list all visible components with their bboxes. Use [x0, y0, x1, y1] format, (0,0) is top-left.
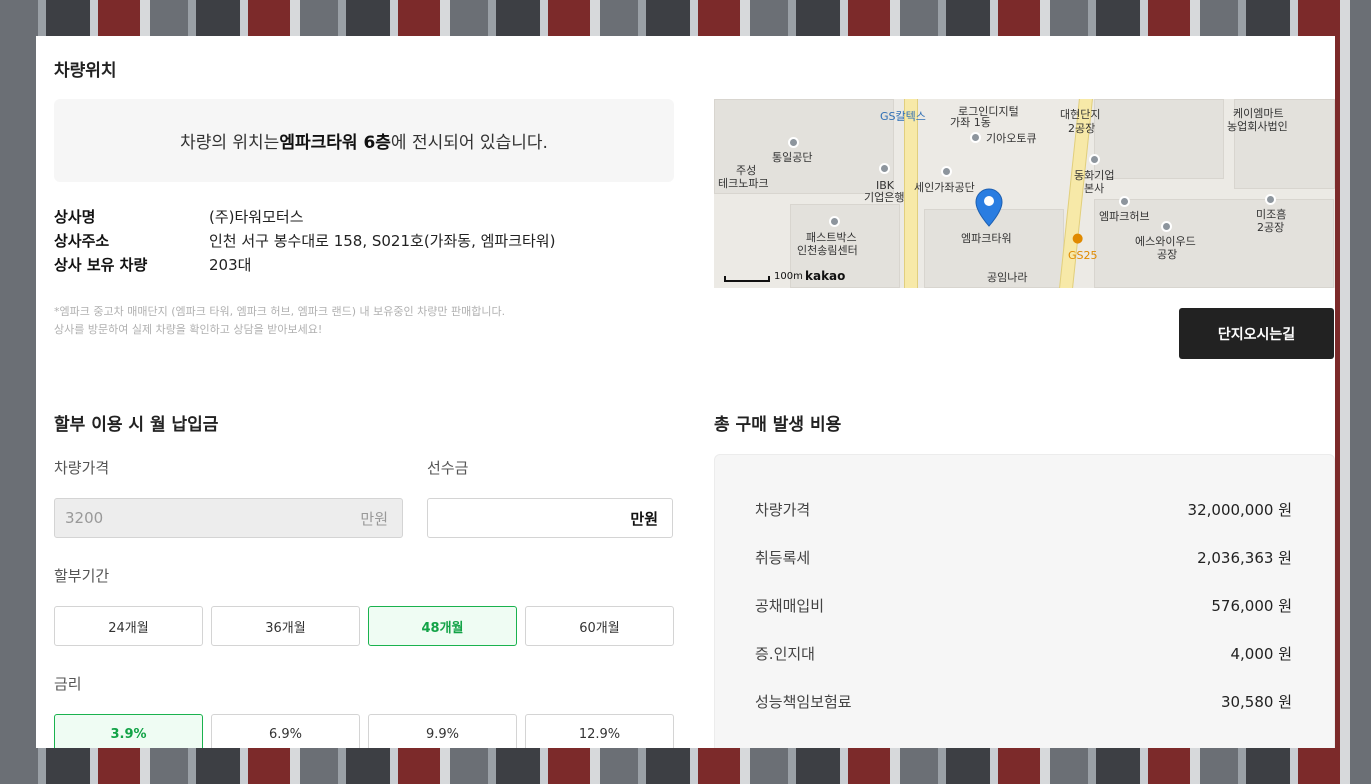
- cost-amount: 2,036,363 원: [1197, 549, 1292, 567]
- dealer-name-value: (주)타워모터스: [209, 207, 304, 226]
- price-unit: 만원: [360, 509, 388, 528]
- map-label-esswood: 에스와이우드: [1135, 235, 1196, 248]
- dealer-address-row: 상사주소 인천 서구 봉수대로 158, S021호(가좌동, 엠파크타워): [54, 228, 555, 252]
- map-block: [1094, 99, 1224, 179]
- map-poi-dot: [829, 216, 840, 227]
- dealer-address-value: 인천 서구 봉수대로 158, S021호(가좌동, 엠파크타워): [209, 231, 556, 250]
- map-label-jusung-2: 테크노파크: [718, 177, 769, 190]
- cost-row: 취등록세 2,036,363 원: [755, 547, 1292, 568]
- cost-row: 공채매입비 576,000 원: [755, 595, 1292, 616]
- dealer-info: 상사명 (주)타워모터스 상사주소 인천 서구 봉수대로 158, S021호(…: [54, 204, 555, 276]
- map-label-gongim: 공임나라: [987, 271, 1028, 284]
- map-label-daehyeon: 대현단지: [1060, 108, 1101, 121]
- scale-label: 100m: [774, 271, 803, 282]
- map-label-tower: 엠파크타워: [961, 232, 1012, 245]
- cost-amount: 30,580 원: [1220, 693, 1292, 711]
- vehicle-detail-panel: 차량위치 차량의 위치는 엠파크타워 6층 에 전시되어 있습니다. 상사명 (주…: [36, 36, 1335, 748]
- map-scale: 100m: [724, 271, 803, 282]
- map-label-fastbox-2: 인천송림센터: [797, 244, 858, 257]
- map-label-donghwa: 동화기업: [1074, 169, 1115, 182]
- cost-label: 공채매입비: [755, 597, 825, 615]
- map-poi-dot: [970, 132, 981, 143]
- notice-floor: 엠파크타워 6층: [279, 133, 391, 153]
- map-label-kmart: 케이엠마트: [1233, 107, 1284, 120]
- cost-row: 성능책임보험료 30,580 원: [755, 691, 1292, 712]
- term-option-48[interactable]: 48개월: [368, 606, 517, 646]
- notice-post: 에 전시되어 있습니다.: [390, 133, 548, 153]
- cost-amount: 32,000,000 원: [1187, 501, 1292, 519]
- cost-amount: 576,000 원: [1211, 597, 1292, 615]
- map-provider-logo: kakao: [805, 269, 846, 283]
- cost-breakdown: 차량가격 32,000,000 원 취등록세 2,036,363 원 공채매입비…: [714, 454, 1335, 748]
- map-label-kia: 기아오토큐: [986, 132, 1037, 145]
- map-label-daehyeon-2: 2공장: [1068, 122, 1096, 135]
- cost-label: 취등록세: [755, 549, 811, 567]
- map-poi-dot: [1089, 154, 1100, 165]
- down-payment-unit: 만원: [630, 509, 658, 528]
- scale-bar: [724, 276, 770, 282]
- price-value: 3200: [65, 509, 104, 527]
- map-label-mijo-2: 2공장: [1257, 221, 1285, 234]
- cost-label: 성능책임보험료: [755, 693, 852, 711]
- rate-option-3-9[interactable]: 3.9%: [54, 714, 203, 748]
- dealer-address-label: 상사주소: [54, 231, 110, 250]
- cost-row: 증.인지대 4,000 원: [755, 643, 1292, 664]
- down-payment-label: 선수금: [427, 459, 469, 477]
- rate-option-9-9[interactable]: 9.9%: [368, 714, 517, 748]
- rate-option-12-9[interactable]: 12.9%: [525, 714, 674, 748]
- map-label-gs-caltex: GS칼텍스: [880, 110, 926, 123]
- map-label-donghwa-2: 본사: [1084, 182, 1105, 195]
- map-label-fastbox: 패스트박스: [806, 231, 857, 244]
- notice-pre: 차량의 위치는: [180, 133, 280, 153]
- price-label: 차량가격: [54, 459, 110, 477]
- dealer-stock-label: 상사 보유 차량: [54, 255, 148, 274]
- gs25-icon: ●: [1072, 231, 1084, 246]
- map-poi-dot: [879, 163, 890, 174]
- map-poi-dot: [1161, 221, 1172, 232]
- directions-button[interactable]: 단지오시는길: [1179, 308, 1334, 359]
- map-label-tongil: 통일공단: [772, 151, 813, 164]
- location-title: 차량위치: [54, 61, 117, 81]
- dealer-stock-value: 203대: [209, 255, 252, 274]
- term-option-36[interactable]: 36개월: [211, 606, 360, 646]
- location-notice: 차량의 위치는 엠파크타워 6층 에 전시되어 있습니다.: [54, 99, 674, 182]
- cost-row: 차량가격 32,000,000 원: [755, 499, 1292, 520]
- cost-label: 차량가격: [755, 501, 811, 519]
- term-option-24[interactable]: 24개월: [54, 606, 203, 646]
- cost-label: 증.인지대: [755, 645, 815, 663]
- map-label-gs25: GS25: [1068, 249, 1098, 262]
- fine-print: *엠파크 중고차 매매단지 (엠파크 타워, 엠파크 허브, 엠파크 랜드) 내…: [54, 303, 505, 339]
- map-label-ibk-2: 기업은행: [864, 191, 905, 204]
- map-label-esswood-2: 공장: [1157, 248, 1178, 261]
- dealer-stock-row: 상사 보유 차량 203대: [54, 252, 555, 276]
- down-payment-field[interactable]: 만원: [427, 498, 673, 538]
- cost-amount: 4,000 원: [1230, 645, 1292, 663]
- price-field: 3200 만원: [54, 498, 403, 538]
- map-label-sein: 세인가좌공단: [914, 181, 975, 194]
- map-label-hub: 엠파크허브: [1099, 210, 1150, 223]
- location-pin-icon: [975, 188, 1003, 227]
- map-poi-dot: [1265, 194, 1276, 205]
- rate-label: 금리: [54, 675, 82, 693]
- dealer-name-label: 상사명: [54, 207, 96, 226]
- costs-title: 총 구매 발생 비용: [714, 415, 842, 435]
- map-label-gajwa: 가좌 1동: [950, 116, 991, 129]
- map-poi-dot: [941, 166, 952, 177]
- installment-title: 할부 이용 시 월 납입금: [54, 415, 219, 435]
- term-label: 할부기간: [54, 567, 110, 585]
- map-poi-dot: [1119, 196, 1130, 207]
- map-label-mijo: 미조흠: [1256, 208, 1287, 221]
- fine-print-line-2: 상사를 방문하여 실제 차량을 확인하고 상담을 받아보세요!: [54, 323, 323, 336]
- rate-option-6-9[interactable]: 6.9%: [211, 714, 360, 748]
- term-option-60[interactable]: 60개월: [525, 606, 674, 646]
- map-poi-dot: [788, 137, 799, 148]
- fine-print-line-1: *엠파크 중고차 매매단지 (엠파크 타워, 엠파크 허브, 엠파크 랜드) 내…: [54, 305, 506, 318]
- map-label-kmart-2: 농업회사법인: [1227, 120, 1288, 133]
- map-label-jusung: 주성: [736, 164, 757, 177]
- location-map[interactable]: GS칼텍스 로그인디지털 가좌 1동 대현단지 2공장 케이엠마트 농업회사법인…: [714, 99, 1335, 288]
- dealer-name-row: 상사명 (주)타워모터스: [54, 204, 555, 228]
